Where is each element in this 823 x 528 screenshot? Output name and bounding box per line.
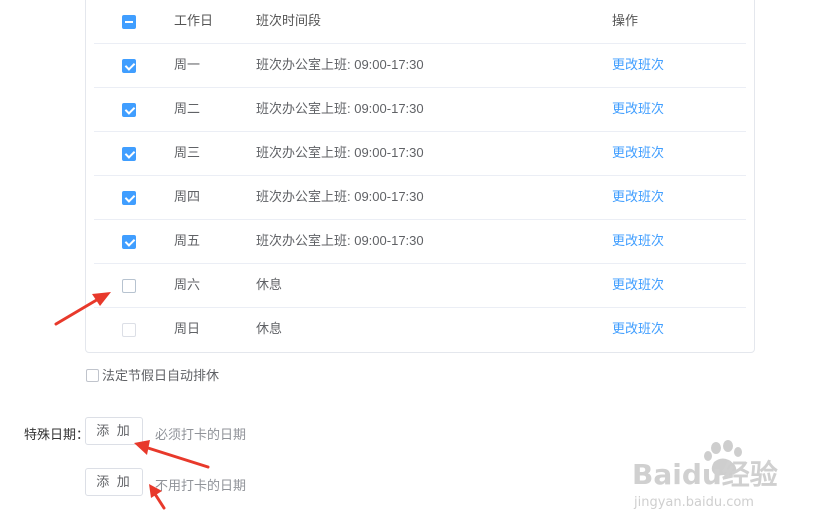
row-day: 周三: [174, 145, 201, 160]
row-day: 周五: [174, 233, 201, 248]
row-shift: 班次办公室上班: 09:00-17:30: [256, 145, 424, 160]
watermark-url: jingyan.baidu.com: [633, 495, 754, 510]
row-day: 周一: [174, 57, 201, 72]
change-shift-link[interactable]: 更改班次: [612, 308, 664, 352]
row-checkbox[interactable]: [122, 59, 136, 73]
table-row: 周四 班次办公室上班: 09:00-17:30 更改班次: [94, 176, 746, 220]
row-shift: 休息: [256, 321, 283, 336]
special-dates-label: 特殊日期：: [24, 427, 90, 442]
table-row: 周二 班次办公室上班: 09:00-17:30 更改班次: [94, 88, 746, 132]
row-checkbox[interactable]: [122, 279, 136, 293]
row-checkbox[interactable]: [122, 191, 136, 205]
row-day: 周六: [174, 277, 201, 292]
change-shift-link[interactable]: 更改班次: [612, 44, 664, 88]
change-shift-link[interactable]: 更改班次: [612, 132, 664, 176]
add-required-date-button[interactable]: 添 加: [85, 417, 143, 445]
header-shift: 班次时间段: [256, 13, 322, 28]
row-shift: 班次办公室上班: 09:00-17:30: [256, 233, 424, 248]
holiday-auto-rest-label: 法定节假日自动排休: [102, 368, 220, 383]
table-row: 周日 休息 更改班次: [94, 308, 746, 352]
change-shift-link[interactable]: 更改班次: [612, 220, 664, 264]
row-checkbox[interactable]: [122, 235, 136, 249]
table-row: 周三 班次办公室上班: 09:00-17:30 更改班次: [94, 132, 746, 176]
exempt-date-hint: 不用打卡的日期: [155, 478, 247, 493]
row-shift: 班次办公室上班: 09:00-17:30: [256, 101, 424, 116]
table-row: 周五 班次办公室上班: 09:00-17:30 更改班次: [94, 220, 746, 264]
watermark-brand: Baidu经验: [632, 458, 778, 491]
table-row: 周一 班次办公室上班: 09:00-17:30 更改班次: [94, 44, 746, 88]
change-shift-link[interactable]: 更改班次: [612, 176, 664, 220]
row-checkbox[interactable]: [122, 147, 136, 161]
add-exempt-date-button[interactable]: 添 加: [85, 468, 143, 496]
row-shift: 班次办公室上班: 09:00-17:30: [256, 57, 424, 72]
workday-table: 工作日 班次时间段 操作 周一 班次办公室上班: 09:00-17:30 更改班…: [94, 0, 746, 352]
header-action: 操作: [612, 13, 639, 28]
row-shift: 休息: [256, 277, 283, 292]
row-day: 周二: [174, 101, 201, 116]
table-header: 工作日 班次时间段 操作: [94, 0, 746, 44]
baidu-paw-logo: Baidu经验 jingyan.baidu.com: [632, 440, 778, 510]
header-workday: 工作日: [174, 13, 214, 28]
row-day: 周四: [174, 189, 201, 204]
row-checkbox[interactable]: [122, 103, 136, 117]
table-row: 周六 休息 更改班次: [94, 264, 746, 308]
arrow-to-required-add-button: [134, 440, 210, 469]
row-day: 周日: [174, 321, 201, 336]
baidu-jingyan-watermark: Baidu经验 jingyan.baidu.com: [630, 438, 820, 518]
required-date-hint: 必须打卡的日期: [155, 427, 247, 442]
select-all-checkbox[interactable]: [122, 15, 136, 29]
change-shift-link[interactable]: 更改班次: [612, 88, 664, 132]
holiday-auto-rest-checkbox[interactable]: [86, 369, 99, 382]
row-shift: 班次办公室上班: 09:00-17:30: [256, 189, 424, 204]
row-checkbox[interactable]: [122, 323, 136, 337]
change-shift-link[interactable]: 更改班次: [612, 264, 664, 308]
